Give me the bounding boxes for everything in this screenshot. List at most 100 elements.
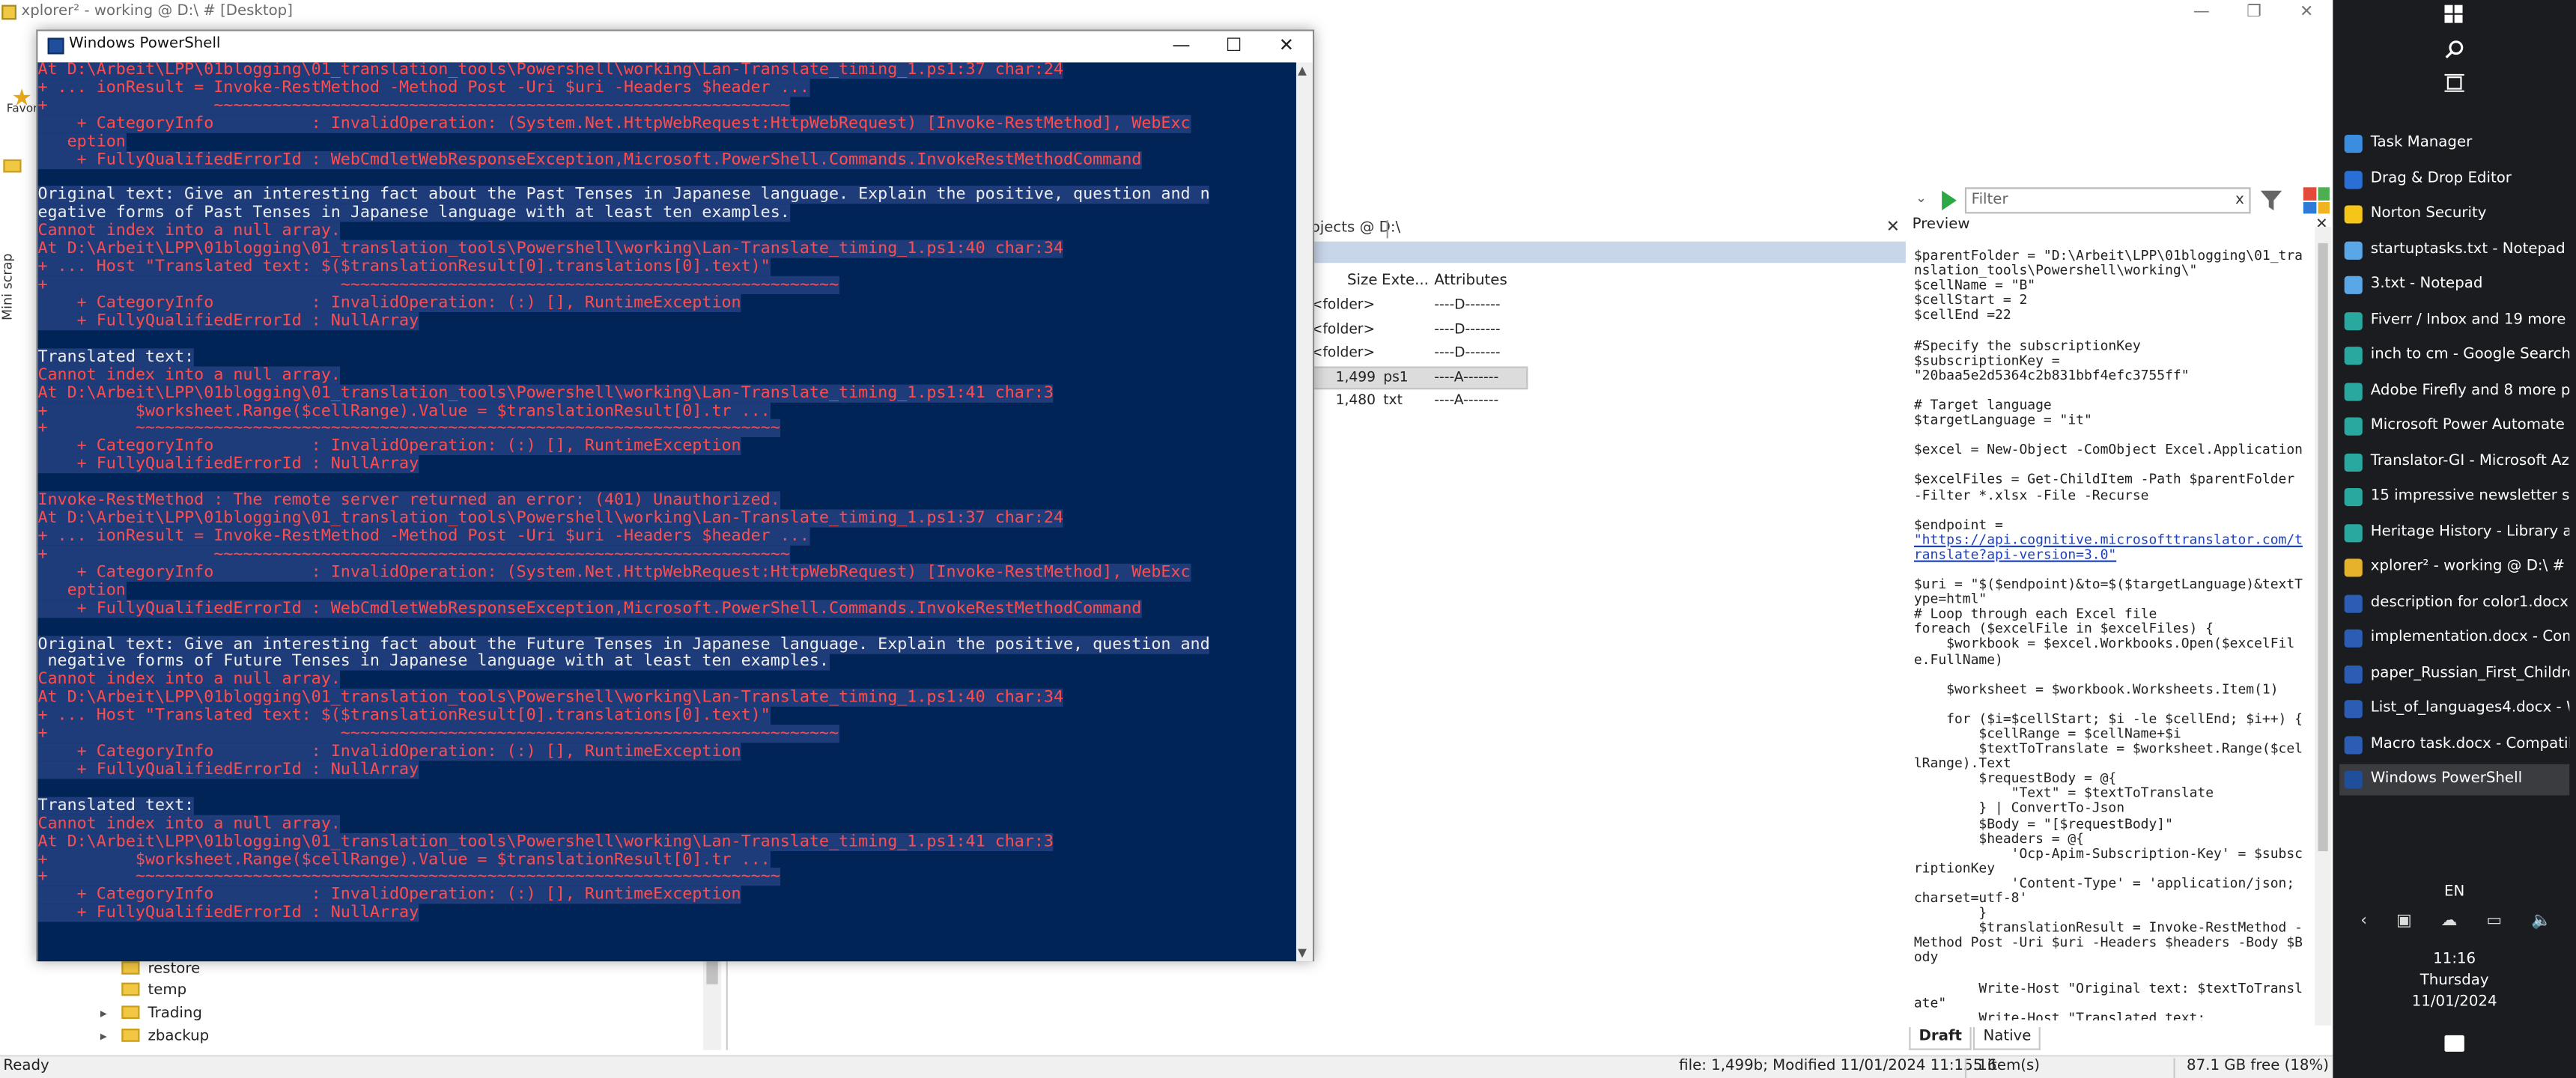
taskbar-item[interactable]: Translator-GI - Microsoft Azure a... <box>2339 446 2569 478</box>
taskbar-item[interactable]: implementation.docx - Compat... <box>2339 623 2569 654</box>
tree-item-zbackup[interactable]: ▸ zbackup <box>100 1029 209 1050</box>
endpoint-link[interactable]: "https://api.cognitive.microsofttranslat… <box>1914 531 2309 562</box>
powershell-console[interactable]: At D:\Arbeit\LPP\01blogging\01_translati… <box>37 62 1296 962</box>
scroll-up-icon[interactable]: ▲ <box>1298 64 1307 78</box>
console-line: + CategoryInfo : InvalidOperation: (Syst… <box>37 563 1296 583</box>
task-view-icon[interactable] <box>2444 73 2464 92</box>
clear-filter-icon[interactable]: x <box>2235 189 2244 212</box>
console-line: Cannot index into a null array. <box>37 814 1296 834</box>
expand-icon[interactable]: ▸ <box>100 1005 107 1020</box>
scroll-down-icon[interactable]: ▼ <box>1298 946 1307 960</box>
code-line: Write-Host "Original text: $textToTransl… <box>1913 978 2303 1011</box>
tree-scrollbar[interactable] <box>702 959 722 1050</box>
taskbar-item[interactable]: Fiverr / Inbox and 19 more page... <box>2339 305 2569 336</box>
device-icon[interactable]: ▣ <box>2396 912 2412 930</box>
speaker-icon[interactable]: 🔈 <box>2531 912 2551 930</box>
taskbar-item[interactable]: Microsoft Power Automate and ... <box>2339 411 2569 442</box>
taskbar-item[interactable]: Task Manager <box>2339 128 2569 159</box>
minimize-icon[interactable]: — <box>2175 0 2228 26</box>
code-line: $translationResult = Invoke-RestMethod -… <box>1913 919 2303 966</box>
console-line-text: + FullyQualifiedErrorId : WebCmdletWebRe… <box>37 599 1142 618</box>
scroll-thumb[interactable] <box>706 961 718 984</box>
code-line: $worksheet = $workbook.Worksheets.Item(1… <box>1913 680 2279 697</box>
app-icon <box>2344 170 2363 189</box>
taskbar-item[interactable]: List_of_languages4.docx - Word <box>2339 693 2569 725</box>
tree-item-restore[interactable]: restore <box>121 961 200 983</box>
tab-draft[interactable]: Draft <box>1909 1026 1972 1050</box>
clock-date[interactable]: 11/01/2024 <box>2333 994 2576 1011</box>
code-line: Write-Host "Translated text: <box>1913 1008 2206 1021</box>
console-line: + ~~~~~~~~~~~~~~~~~~~~~~~~~~~~~~~~~~~~~~… <box>37 419 1296 439</box>
taskbar-item[interactable]: Macro task.docx - Compatibilit... <box>2339 729 2569 761</box>
taskbar-item[interactable]: Norton Security <box>2339 199 2569 231</box>
favorites-label: Favor <box>6 102 38 115</box>
console-line-text: + FullyQualifiedErrorId : NullArray <box>37 761 419 779</box>
list-item[interactable]: <folder> ----D------- <box>1311 296 1528 319</box>
list-item[interactable]: <folder> ----D------- <box>1311 344 1528 367</box>
taskbar-item[interactable]: Windows PowerShell <box>2339 764 2570 796</box>
mini-scrap-tab[interactable]: Mini scrap <box>0 222 22 320</box>
taskbar-item-label: inch to cm - Google Search and ... <box>2370 347 2570 364</box>
taskbar-item-label: Microsoft Power Automate and ... <box>2370 417 2569 434</box>
clock-day[interactable]: Thursday <box>2333 973 2576 990</box>
scroll-thumb[interactable] <box>2318 243 2328 852</box>
tree-item-trading[interactable]: ▸ Trading <box>100 1005 202 1027</box>
column-attributes[interactable]: Attributes <box>1434 272 1507 289</box>
taskbar-item[interactable]: Heritage History - Library and 2 ... <box>2339 517 2569 548</box>
close-icon[interactable]: ✕ <box>1260 31 1313 63</box>
expand-icon[interactable]: ▸ <box>100 1029 107 1044</box>
console-scrollbar[interactable]: ▲ ▼ <box>1295 62 1313 962</box>
go-arrow-icon[interactable] <box>1942 190 1957 210</box>
status-ready: Ready <box>3 1058 49 1075</box>
list-item[interactable]: 1,480 txt ----A------- <box>1311 391 1528 414</box>
console-line-text: At D:\Arbeit\LPP\01blogging\01_translati… <box>37 62 1064 79</box>
close-icon[interactable]: ✕ <box>2280 0 2333 26</box>
list-item-selected[interactable]: 1,499 ps1 ----A------- <box>1310 366 1528 390</box>
layout-grid-icon[interactable] <box>2303 187 2330 214</box>
explorer-title-bar[interactable]: xplorer² - working @ D:\ # [Desktop] — ❐… <box>0 0 2333 27</box>
chevron-left-icon[interactable]: ‹ <box>2360 912 2367 930</box>
funnel-icon[interactable] <box>2260 190 2282 210</box>
code-line: } | ConvertTo-Json <box>1913 799 2125 816</box>
taskbar-item[interactable]: inch to cm - Google Search and ... <box>2339 340 2569 371</box>
powershell-window[interactable]: Windows PowerShell — ☐ ✕ At D:\Arbeit\LP… <box>36 29 1315 962</box>
taskbar-item[interactable]: xplorer² - working @ D:\ # [Desk... <box>2339 552 2569 584</box>
close-tab-icon[interactable]: ✕ <box>1886 219 1900 238</box>
app-icon <box>2344 347 2363 365</box>
preview-pane: Preview ✕ $parentFolder = "D:\Arbeit\LPP… <box>1909 216 2332 1050</box>
taskbar-item-label: implementation.docx - Compat... <box>2370 629 2569 646</box>
console-line-text: Cannot index into a null array. <box>37 671 341 689</box>
address-dropdown-icon[interactable]: ⌄ <box>1916 191 1927 206</box>
network-icon[interactable]: ▭ <box>2486 912 2502 930</box>
taskbar-item[interactable]: 3.txt - Notepad <box>2339 270 2569 301</box>
console-line: + ... Host "Translated text: $($translat… <box>37 258 1296 278</box>
console-line: + FullyQualifiedErrorId : NullArray <box>37 455 1296 475</box>
search-icon[interactable] <box>2444 40 2464 59</box>
powershell-title-bar[interactable]: Windows PowerShell — ☐ ✕ <box>37 31 1313 63</box>
column-extension[interactable]: Exte... <box>1382 272 1429 289</box>
taskbar-item[interactable]: description for color1.docx - Wo... <box>2339 588 2569 619</box>
desktop: xplorer² - working @ D:\ # [Desktop] — ❐… <box>0 0 2576 1078</box>
tree-item-temp[interactable]: temp <box>121 982 186 1005</box>
notification-icon[interactable] <box>2444 1035 2464 1052</box>
console-line: + FullyQualifiedErrorId : WebCmdletWebRe… <box>37 599 1296 619</box>
preview-scrollbar[interactable] <box>2315 226 2332 1026</box>
folder-tab[interactable]: ojects @ D:\ ✕ <box>1311 219 1906 240</box>
maximize-icon[interactable]: ❐ <box>2228 0 2280 26</box>
taskbar-item[interactable]: 15 impressive newsletter signup ... <box>2339 481 2569 513</box>
maximize-icon[interactable]: ☐ <box>1208 31 1260 63</box>
tab-native[interactable]: Native <box>1973 1026 2041 1050</box>
taskbar-item[interactable]: startuptasks.txt - Notepad <box>2339 234 2569 266</box>
cloud-icon[interactable]: ☁ <box>2441 912 2458 930</box>
list-item[interactable]: <folder> ----D------- <box>1311 320 1528 344</box>
windows-start-icon[interactable] <box>2444 4 2463 23</box>
taskbar-item[interactable]: paper_Russian_First_Childrens_re... <box>2339 658 2569 689</box>
language-indicator[interactable]: EN <box>2333 884 2576 901</box>
taskbar-item[interactable]: Adobe Firefly and 8 more pages ... <box>2339 376 2569 407</box>
clock-time[interactable]: 11:16 <box>2333 951 2576 968</box>
filter-input[interactable]: Filter x <box>1964 187 2251 214</box>
taskbar-item-label: Windows PowerShell <box>2370 770 2523 788</box>
column-size[interactable]: Size <box>1347 272 1378 289</box>
taskbar-item[interactable]: Drag & Drop Editor <box>2339 163 2569 195</box>
minimize-icon[interactable]: — <box>1155 31 1207 63</box>
